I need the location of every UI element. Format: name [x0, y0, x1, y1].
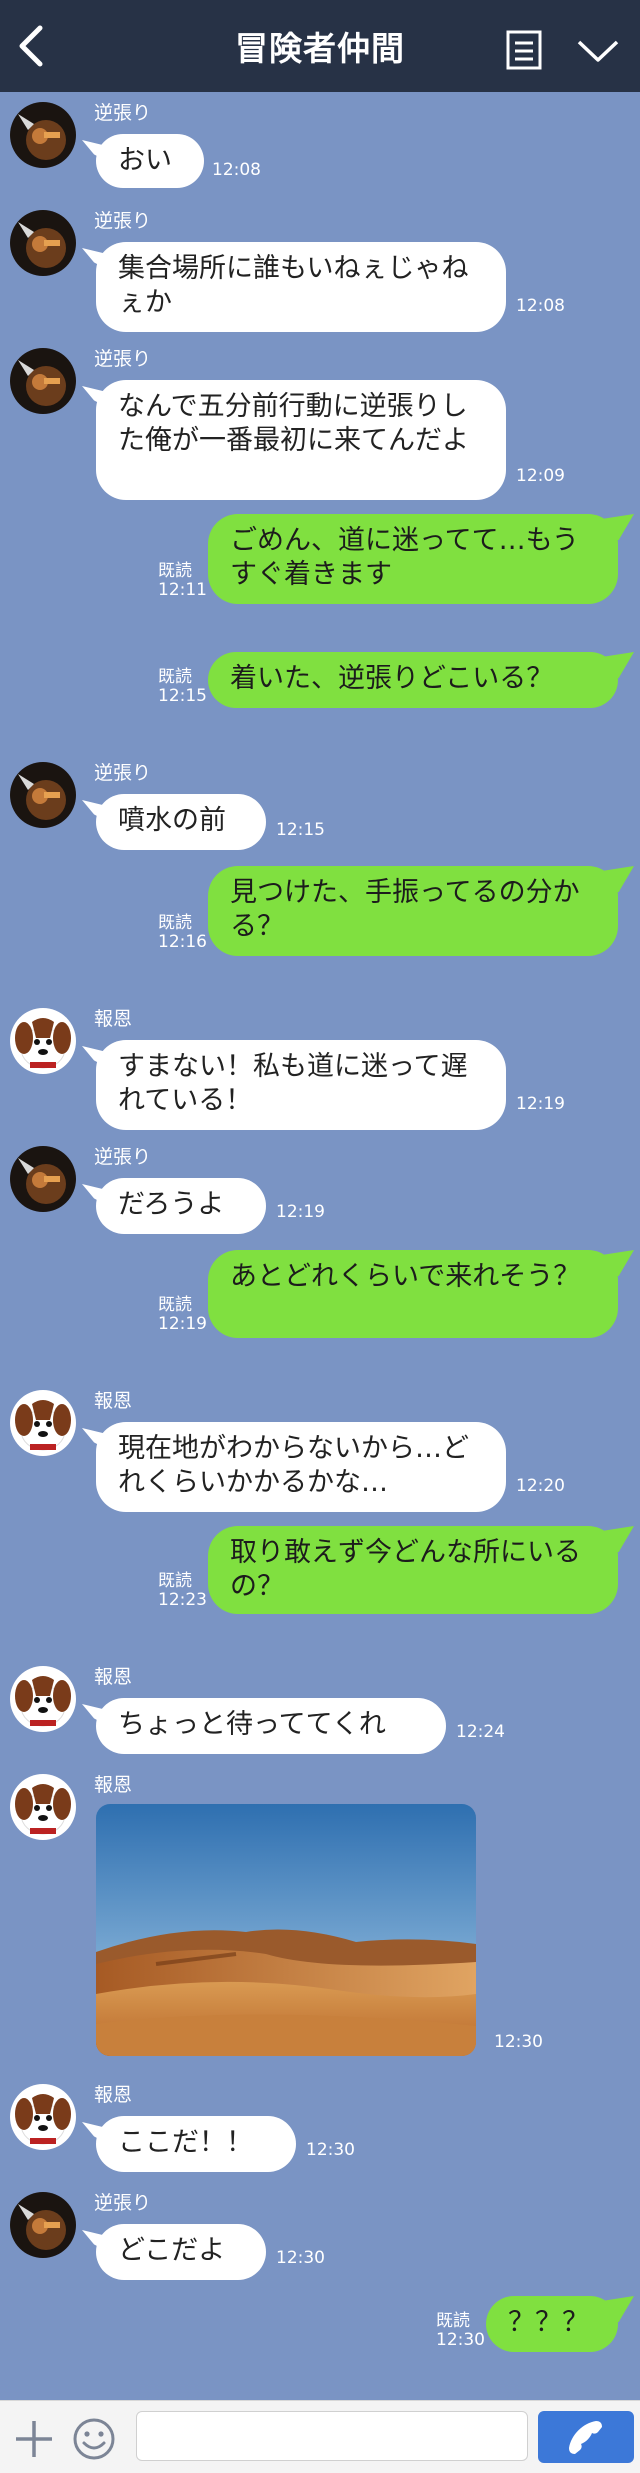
read-receipt: 既読 12:15 [158, 667, 207, 706]
sender-name: 報恩 [94, 1666, 133, 1688]
sender-name: 逆張り [94, 102, 152, 124]
sender-name: 逆張り [94, 2192, 152, 2214]
message-time: 12:20 [516, 1476, 565, 1496]
message-bubble[interactable]: ここだ！！ [96, 2116, 296, 2172]
sender-name: 逆張り [94, 762, 152, 784]
message-time: 12:09 [516, 466, 565, 486]
message-time: 12:19 [158, 1314, 207, 1334]
note-icon[interactable] [506, 30, 542, 70]
avatar-gyakubari[interactable] [10, 348, 76, 414]
message-time: 12:19 [276, 1202, 325, 1222]
read-receipt: 既読 12:16 [158, 913, 207, 952]
avatar-gyakubari[interactable] [10, 210, 76, 276]
message-time: 12:11 [158, 580, 207, 600]
message-time: 12:30 [436, 2330, 485, 2350]
message-time: 12:15 [158, 686, 207, 706]
message-input[interactable] [136, 2411, 528, 2461]
avatar-gyakubari[interactable] [10, 762, 76, 828]
read-receipt: 既読 12:23 [158, 1571, 207, 1610]
avatar-houon[interactable] [10, 1008, 76, 1074]
message-time: 12:08 [212, 160, 261, 180]
sender-name: 報恩 [94, 1774, 133, 1796]
phone-icon[interactable] [538, 2411, 634, 2463]
message-bubble[interactable]: 見つけた、手振ってるの分かる？ [208, 866, 618, 956]
message-bubble[interactable]: ごめん、道に迷ってて…もうすぐ着きます [208, 514, 618, 604]
message-bubble[interactable]: 現在地がわからないから…どれくらいかかるかな… [96, 1422, 506, 1512]
avatar-gyakubari[interactable] [10, 1146, 76, 1212]
plus-icon[interactable] [14, 2419, 54, 2459]
avatar-gyakubari[interactable] [10, 2192, 76, 2258]
message-time: 12:23 [158, 1590, 207, 1610]
avatar-houon[interactable] [10, 1666, 76, 1732]
sender-name: 報恩 [94, 1390, 133, 1412]
message-bubble[interactable]: だろうよ [96, 1178, 266, 1234]
avatar-houon[interactable] [10, 1390, 76, 1456]
read-receipt: 既読 12:19 [158, 1295, 207, 1334]
avatar-houon[interactable] [10, 2084, 76, 2150]
emoji-icon[interactable] [72, 2417, 116, 2461]
chat-title: 冒険者仲間 [235, 29, 405, 68]
message-time: 12:30 [494, 2032, 543, 2052]
read-receipt: 既読 12:30 [436, 2311, 485, 2350]
message-time: 12:16 [158, 932, 207, 952]
message-bubble[interactable]: 着いた、逆張りどこいる？ [208, 652, 618, 708]
message-bubble[interactable]: おい [96, 134, 204, 188]
sender-name: 報恩 [94, 2084, 133, 2106]
message-bubble[interactable]: 噴水の前 [96, 794, 266, 850]
message-time: 12:30 [306, 2140, 355, 2160]
message-bubble[interactable]: すまない！私も道に迷って遅れている！ [96, 1040, 506, 1130]
message-time: 12:08 [516, 296, 565, 316]
message-bubble[interactable]: ちょっと待っててくれ [96, 1698, 446, 1754]
desert-photo[interactable] [96, 1804, 476, 2056]
sender-name: 逆張り [94, 348, 152, 370]
sender-name: 逆張り [94, 1146, 152, 1168]
chevron-down-icon[interactable] [576, 38, 620, 64]
message-bubble[interactable]: なんで五分前行動に逆張りした俺が一番最初に来てんだよ [96, 380, 506, 500]
message-bubble[interactable]: 集合場所に誰もいねぇじゃねぇか [96, 242, 506, 332]
read-receipt: 既読 12:11 [158, 561, 207, 600]
chat-header: 冒険者仲間 [0, 0, 640, 92]
message-time: 12:30 [276, 2248, 325, 2268]
message-input-bar [0, 2400, 640, 2473]
message-bubble[interactable]: どこだよ [96, 2224, 266, 2280]
message-time: 12:24 [456, 1722, 505, 1742]
sender-name: 逆張り [94, 210, 152, 232]
sender-name: 報恩 [94, 1008, 133, 1030]
message-time: 12:19 [516, 1094, 565, 1114]
message-bubble[interactable]: ？？？ [486, 2296, 618, 2352]
message-bubble[interactable]: 取り敢えず今どんな所にいるの？ [208, 1526, 618, 1614]
message-time: 12:15 [276, 820, 325, 840]
avatar-houon[interactable] [10, 1774, 76, 1840]
message-bubble[interactable]: あとどれくらいで来れそう？ [208, 1250, 618, 1338]
avatar-gyakubari[interactable] [10, 102, 76, 168]
